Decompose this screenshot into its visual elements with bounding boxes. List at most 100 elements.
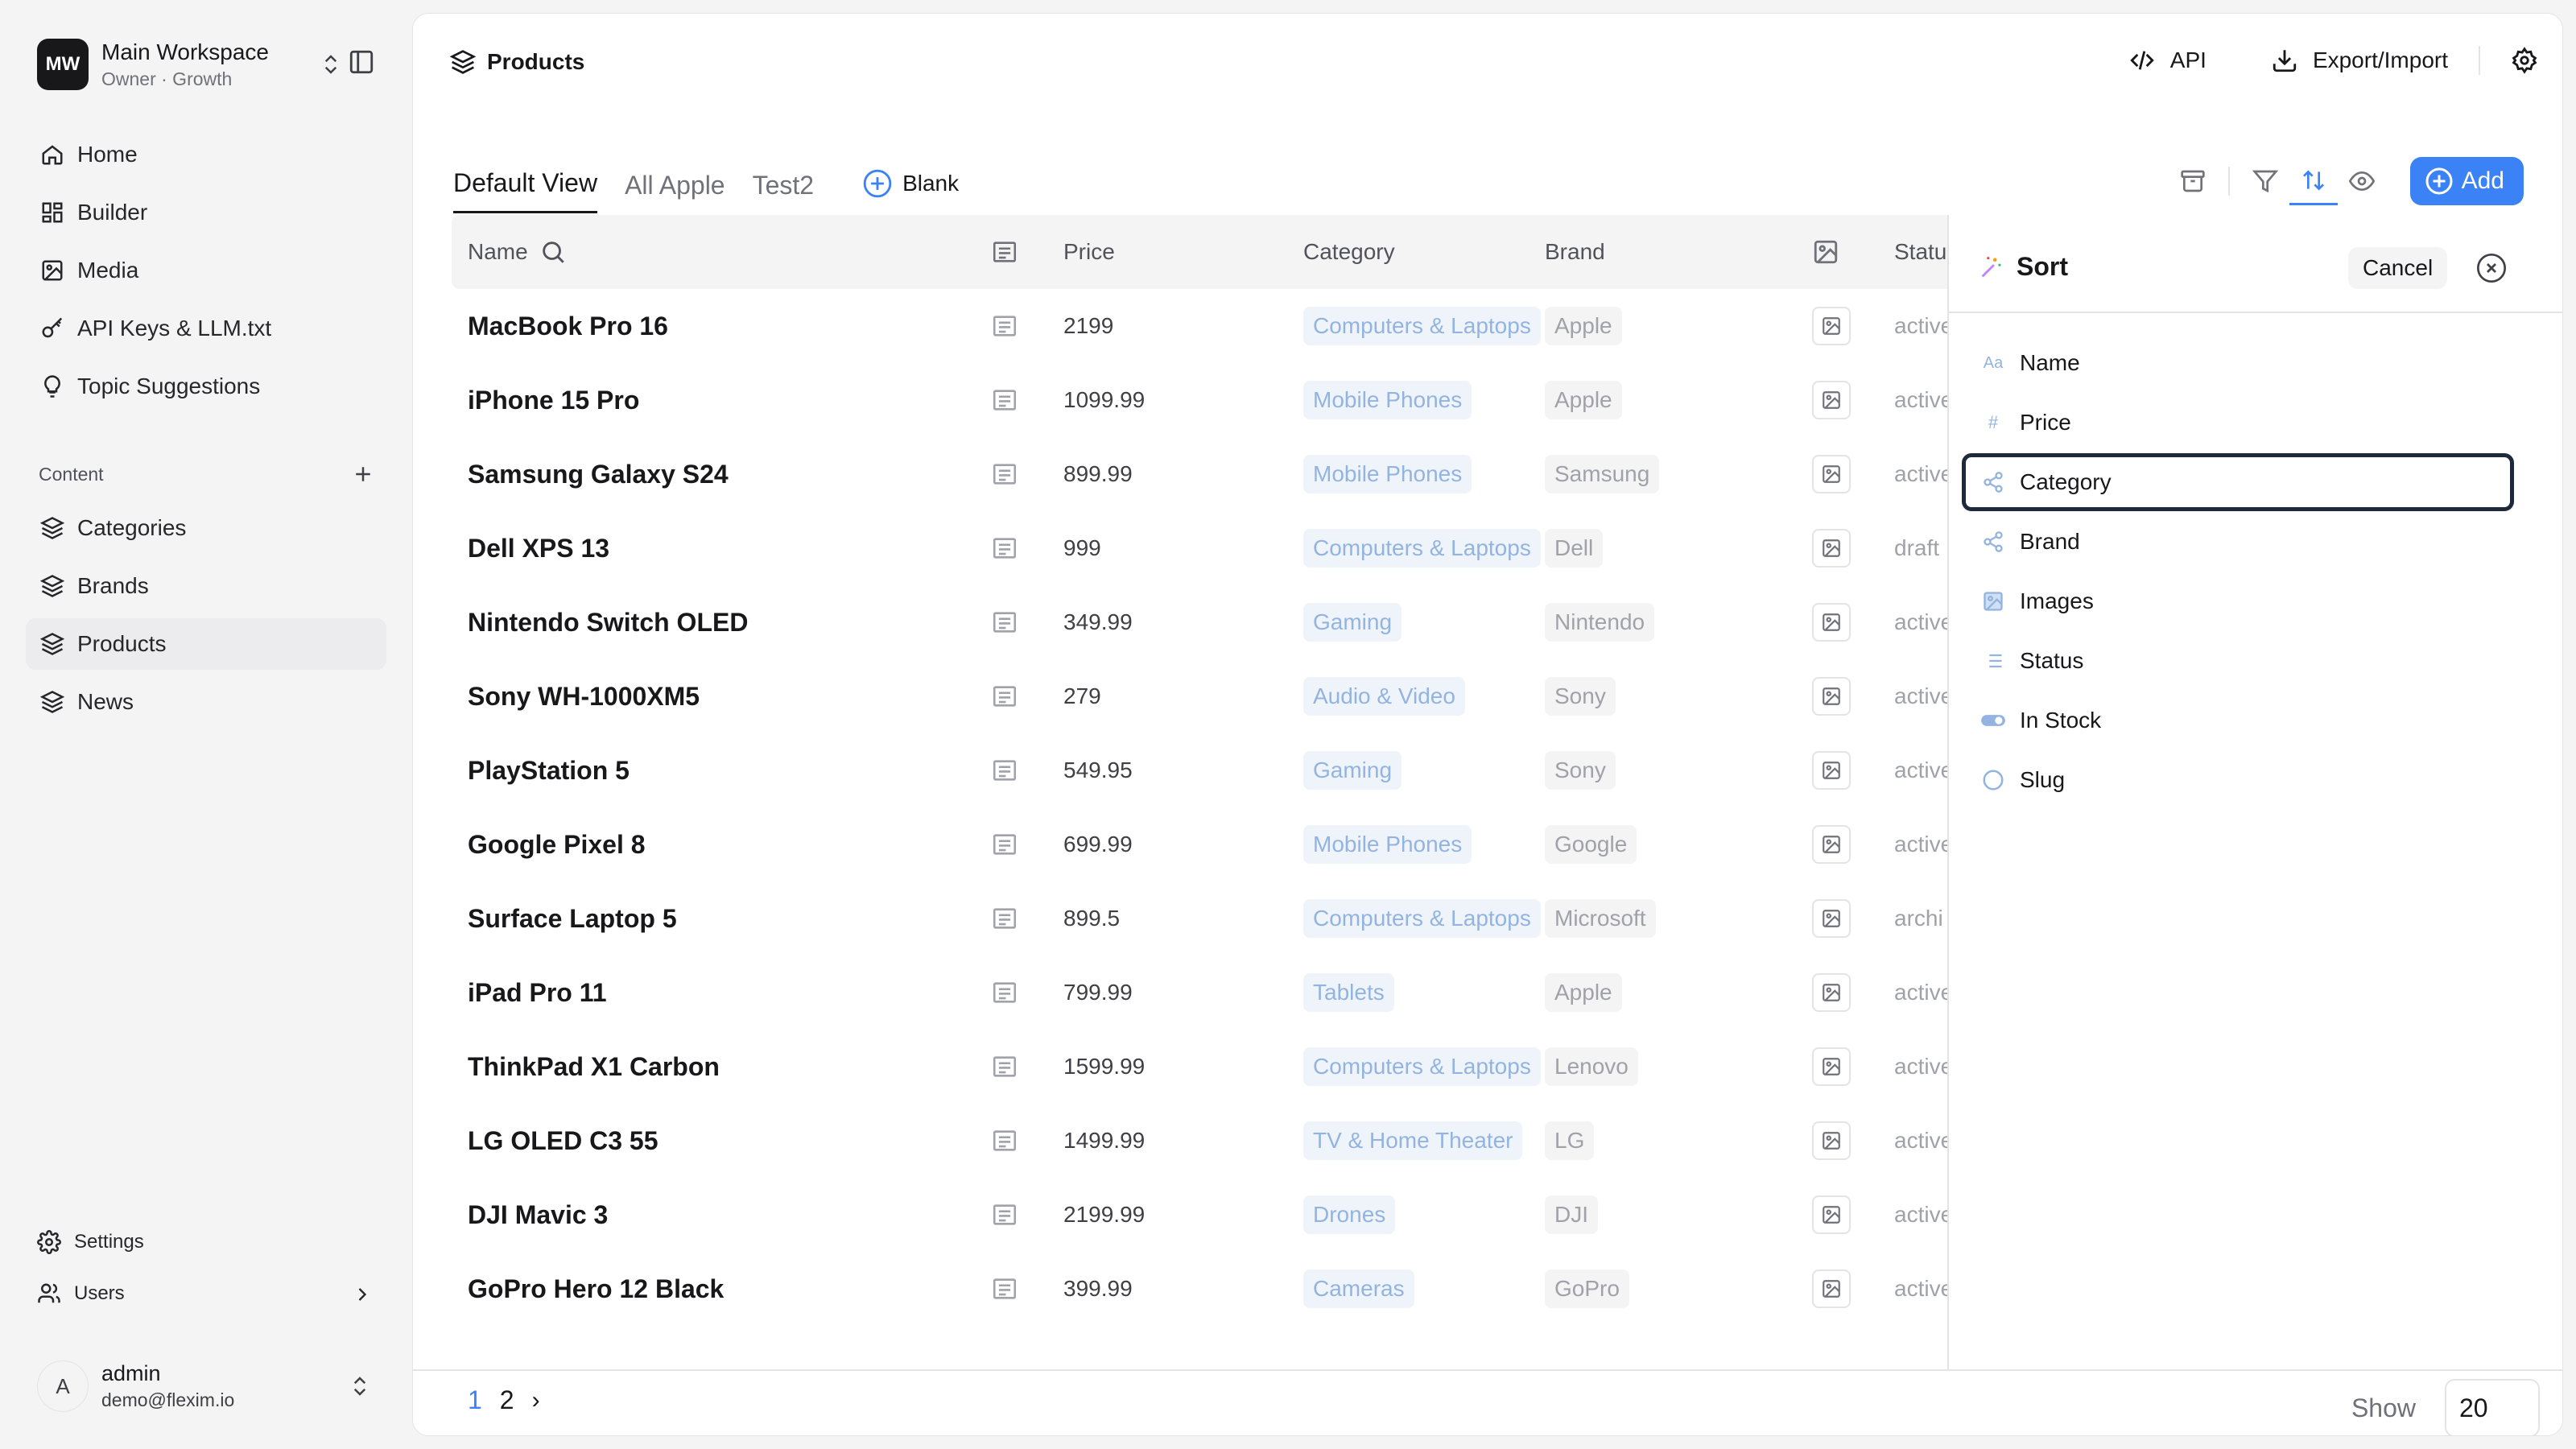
sidebar-item-users[interactable]: Users [37, 1282, 375, 1306]
add-button[interactable]: Add [2409, 157, 2524, 205]
product-name[interactable]: PlayStation 5 [468, 733, 630, 807]
category-chip[interactable]: Mobile Phones [1303, 825, 1472, 864]
sort-field-name[interactable]: Aa Name [1962, 334, 2514, 392]
sort-field-status[interactable]: Status [1962, 632, 2514, 690]
product-name[interactable]: iPad Pro 11 [468, 956, 607, 1030]
sidebar-item-settings[interactable]: Settings [37, 1230, 144, 1254]
table-row[interactable]: Samsung Galaxy S24 899.99 Mobile Phones Sam… [452, 437, 1954, 511]
plus-icon[interactable] [351, 462, 375, 486]
category-chip[interactable]: Gaming [1303, 751, 1402, 790]
image-placeholder-icon[interactable] [1812, 1047, 1851, 1086]
eye-icon[interactable] [2338, 157, 2386, 205]
product-name[interactable]: Nintendo Switch OLED [468, 585, 748, 659]
table-row[interactable]: iPad Pro 11 799.99 Tablets Apple active [452, 956, 1954, 1030]
brand-chip[interactable]: Lenovo [1545, 1047, 1638, 1086]
sidebar-item-home[interactable]: Home [26, 129, 386, 180]
category-chip[interactable]: Drones [1303, 1195, 1396, 1234]
brand-chip[interactable]: Sony [1545, 677, 1616, 716]
product-name[interactable]: Google Pixel 8 [468, 807, 646, 881]
sidebar-item-news[interactable]: News [26, 676, 386, 728]
image-placeholder-icon[interactable] [1812, 1195, 1851, 1234]
table-row[interactable]: Dell XPS 13 999 Computers & Laptops Dell dra… [452, 511, 1954, 585]
brand-chip[interactable]: GoPro [1545, 1269, 1629, 1308]
column-header-brand[interactable]: Brand [1545, 215, 1605, 289]
image-placeholder-icon[interactable] [1812, 455, 1851, 493]
sort-field-images[interactable]: Images [1962, 572, 2514, 630]
table-row[interactable]: DJI Mavic 3 2199.99 Drones DJI active [452, 1178, 1954, 1252]
image-placeholder-icon[interactable] [1812, 381, 1851, 419]
sort-field-category[interactable]: Category [1962, 453, 2514, 511]
column-header-name[interactable]: Name [468, 215, 567, 289]
table-row[interactable]: Sony WH-1000XM5 279 Audio & Video Sony activ… [452, 659, 1954, 733]
sidebar-toggle-icon[interactable] [348, 48, 375, 76]
product-name[interactable]: Sony WH-1000XM5 [468, 659, 700, 733]
table-row[interactable]: MacBook Pro 16 2199 Computers & Laptops App… [452, 289, 1954, 363]
brand-chip[interactable]: DJI [1545, 1195, 1598, 1234]
product-name[interactable]: Samsung Galaxy S24 [468, 437, 729, 511]
brand-chip[interactable]: Dell [1545, 529, 1604, 568]
image-placeholder-icon[interactable] [1812, 677, 1851, 716]
sort-field-brand[interactable]: Brand [1962, 513, 2514, 571]
sidebar-item-media[interactable]: Media [26, 245, 386, 296]
settings-icon[interactable] [2511, 47, 2538, 74]
image-placeholder-icon[interactable] [1812, 825, 1851, 864]
brand-chip[interactable]: Sony [1545, 751, 1616, 790]
archive-icon[interactable] [2169, 157, 2217, 205]
export-import-button[interactable]: Export/Import [2271, 47, 2448, 74]
category-chip[interactable]: Computers & Laptops [1303, 1047, 1541, 1086]
category-chip[interactable]: Cameras [1303, 1269, 1414, 1308]
sort-field-slug[interactable]: Slug [1962, 751, 2514, 809]
image-placeholder-icon[interactable] [1812, 973, 1851, 1012]
brand-chip[interactable]: LG [1545, 1121, 1595, 1160]
api-button[interactable]: API [2128, 47, 2207, 74]
table-row[interactable]: Nintendo Switch OLED 349.99 Gaming Nintendo… [452, 585, 1954, 659]
brand-chip[interactable]: Samsung [1545, 455, 1660, 493]
product-name[interactable]: ThinkPad X1 Carbon [468, 1030, 720, 1104]
category-chip[interactable]: Gaming [1303, 603, 1402, 642]
category-chip[interactable]: Computers & Laptops [1303, 307, 1541, 345]
category-chip[interactable]: Computers & Laptops [1303, 899, 1541, 938]
image-placeholder-icon[interactable] [1812, 1269, 1851, 1308]
table-row[interactable]: Surface Laptop 5 899.5 Computers & Laptops… [452, 881, 1954, 956]
column-header-status[interactable]: Status [1894, 215, 1954, 289]
sidebar-item-brands[interactable]: Brands [26, 560, 386, 612]
sort-icon[interactable] [2289, 157, 2338, 205]
filter-icon[interactable] [2241, 157, 2289, 205]
image-placeholder-icon[interactable] [1812, 899, 1851, 938]
add-view-button[interactable]: Blank [862, 168, 959, 213]
category-chip[interactable]: Mobile Phones [1303, 381, 1472, 419]
product-name[interactable]: Surface Laptop 5 [468, 881, 677, 956]
image-placeholder-icon[interactable] [1812, 603, 1851, 642]
table-row[interactable]: iPhone 15 Pro 1099.99 Mobile Phones Apple ac… [452, 363, 1954, 437]
category-chip[interactable]: Mobile Phones [1303, 455, 1472, 493]
column-header-price[interactable]: Price [1063, 215, 1115, 289]
table-row[interactable]: LG OLED C3 55 1499.99 TV & Home Theater LG a… [452, 1104, 1954, 1178]
sort-field-price[interactable]: # Price [1962, 394, 2514, 452]
category-chip[interactable]: Computers & Laptops [1303, 529, 1541, 568]
brand-chip[interactable]: Apple [1545, 381, 1622, 419]
table-row[interactable]: PlayStation 5 549.95 Gaming Sony active [452, 733, 1954, 807]
image-placeholder-icon[interactable] [1812, 751, 1851, 790]
table-row[interactable]: GoPro Hero 12 Black 399.99 Cameras GoPro act… [452, 1252, 1954, 1326]
product-name[interactable]: iPhone 15 Pro [468, 363, 639, 437]
page-size-input[interactable]: 20 [2445, 1379, 2540, 1435]
cancel-button[interactable]: Cancel [2348, 247, 2448, 289]
category-chip[interactable]: TV & Home Theater [1303, 1121, 1523, 1160]
image-placeholder-icon[interactable] [1812, 1121, 1851, 1160]
sidebar-item-builder[interactable]: Builder [26, 187, 386, 238]
user-menu[interactable]: A admin demo@flexim.io [37, 1356, 375, 1417]
close-icon[interactable] [2475, 252, 2508, 284]
product-name[interactable]: Dell XPS 13 [468, 511, 609, 585]
page-1[interactable]: 1 [468, 1385, 482, 1415]
workspace-switcher[interactable]: MW Main Workspace Owner · Growth [37, 35, 375, 93]
category-chip[interactable]: Tablets [1303, 973, 1394, 1012]
column-header-category[interactable]: Category [1303, 215, 1395, 289]
sidebar-item-topics[interactable]: Topic Suggestions [26, 361, 386, 412]
product-name[interactable]: LG OLED C3 55 [468, 1104, 658, 1178]
table-row[interactable]: ThinkPad X1 Carbon 1599.99 Computers & Lap… [452, 1030, 1954, 1104]
sidebar-item-categories[interactable]: Categories [26, 502, 386, 554]
image-placeholder-icon[interactable] [1812, 307, 1851, 345]
brand-chip[interactable]: Apple [1545, 973, 1622, 1012]
tab-test2[interactable]: Test2 [753, 171, 814, 213]
sidebar-item-products[interactable]: Products [26, 618, 386, 670]
